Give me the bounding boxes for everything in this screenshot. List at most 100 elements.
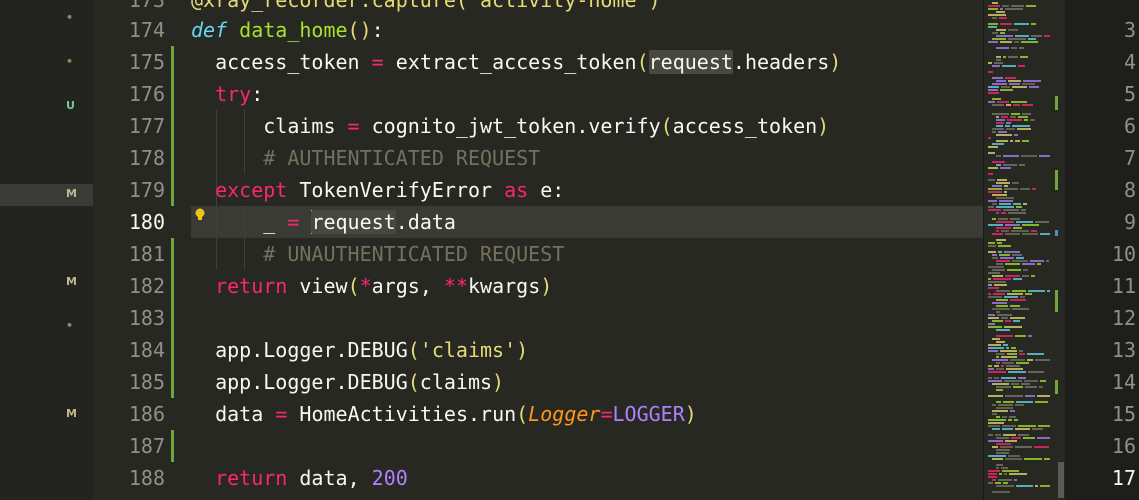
explorer-row[interactable]: U: [0, 96, 93, 118]
minimap-code-line: [988, 71, 993, 73]
minimap-code-line: [988, 92, 999, 94]
minimap-code-line: [1025, 293, 1032, 295]
explorer-row[interactable]: M: [0, 404, 93, 426]
minimap-code-line: [1014, 134, 1018, 136]
minimap-code-line: [996, 449, 1010, 451]
line-number: 188: [128, 466, 165, 490]
git-status-mark: M: [66, 275, 77, 288]
explorer-row[interactable]: •: [0, 8, 93, 30]
minimap-code-line: [1010, 410, 1015, 412]
minimap-scroll-thumb[interactable]: [1058, 462, 1064, 498]
minimap-code-line: [996, 80, 1006, 82]
minimap-code-line: [1038, 425, 1050, 427]
minimap-code-line: [1020, 188, 1030, 190]
minimap-code-line: [1003, 434, 1016, 436]
minimap-code-line: [988, 425, 1000, 427]
minimap-code-line: [1005, 275, 1020, 277]
code-line[interactable]: 187: [93, 430, 983, 462]
minimap-code-line: [1019, 353, 1025, 355]
minimap-code-line: [1022, 83, 1035, 85]
code-line[interactable]: 183: [93, 302, 983, 334]
minimap-code-line: [1039, 155, 1050, 157]
explorer-row[interactable]: M: [0, 272, 93, 294]
minimap-code-line: [1013, 227, 1022, 229]
code-editor[interactable]: 173 @xray_recorder.capture('activity-hom…: [93, 0, 983, 500]
minimap-code-line: [1005, 395, 1023, 397]
minimap-code-line: [1021, 383, 1030, 385]
minimap-code-line: [994, 377, 999, 379]
minimap-code-line: [1011, 347, 1016, 349]
line-number: 174: [128, 18, 165, 42]
minimap-code-line: [1012, 86, 1027, 88]
code-line[interactable]: 175 access_token = extract_access_token(…: [93, 46, 983, 78]
minimap-change-marker: [1055, 170, 1058, 190]
minimap-code-line: [988, 200, 997, 202]
minimap-code-line: [996, 29, 1006, 31]
code-line[interactable]: 177 claims = cognito_jwt_token.verify(ac…: [93, 110, 983, 142]
explorer-row-selected[interactable]: M: [0, 184, 93, 206]
minimap-code-line: [997, 101, 1009, 103]
minimap-code-line: [1020, 56, 1028, 58]
minimap-code-line: [1000, 41, 1012, 43]
minimap-code-line: [1032, 428, 1043, 430]
code-line[interactable]: 186 data = HomeActivities.run(Logger=LOG…: [93, 398, 983, 430]
minimap-code-line: [1010, 218, 1020, 220]
minimap-code-line: [1005, 8, 1023, 10]
minimap-code-line: [1008, 29, 1018, 31]
minimap-code-line: [1002, 428, 1013, 430]
line-number: 184: [128, 338, 165, 362]
explorer-row[interactable]: •: [0, 316, 93, 338]
minimap-code-line: [1011, 101, 1027, 103]
minimap-code-line: [1040, 233, 1050, 235]
minimap-code-line: [992, 233, 1003, 235]
code-line[interactable]: 182 return view(*args, **kwargs): [93, 270, 983, 302]
minimap-code-line: [988, 323, 995, 325]
line-number: 4: [1123, 50, 1136, 74]
code-line[interactable]: 181 # UNAUTHENTICATED REQUEST: [93, 238, 983, 270]
minimap-code-line: [1006, 347, 1009, 349]
code-line[interactable]: 176 try:: [93, 78, 983, 110]
minimap-code-line: [1010, 140, 1013, 142]
minimap-code-line: [1016, 221, 1033, 223]
code-line[interactable]: 184 app.Logger.DEBUG('claims'): [93, 334, 983, 366]
minimap-code-line: [992, 302, 1007, 304]
git-status-mark: U: [66, 99, 75, 112]
minimap-code-line: [988, 14, 1006, 16]
code-line[interactable]: 185 app.Logger.DEBUG(claims): [93, 366, 983, 398]
minimap-code-line: [1023, 203, 1027, 205]
line-number: 178: [128, 146, 165, 170]
minimap-code-line: [992, 479, 996, 481]
line-number: 180: [128, 210, 165, 234]
minimap-code-line: [1000, 167, 1011, 169]
minimap-code-line: [996, 206, 1014, 208]
minimap-code-line: [1010, 359, 1025, 361]
minimap-code-line: [1005, 263, 1020, 265]
minimap-code-line: [1012, 308, 1029, 310]
code-text: except TokenVerifyError as e:: [215, 178, 565, 202]
explorer-row[interactable]: •: [0, 52, 93, 74]
minimap-code-line: [996, 212, 999, 214]
code-text: return data, 200: [215, 466, 408, 490]
minimap-code-line: [996, 47, 1009, 49]
code-text: app.Logger.DEBUG(claims): [215, 370, 505, 394]
minimap-code-line: [992, 203, 997, 205]
minimap-code-line: [1035, 221, 1049, 223]
minimap-code-line: [1007, 293, 1023, 295]
minimap-code-line: [988, 287, 999, 289]
minimap[interactable]: [983, 0, 1065, 500]
minimap-code-line: [996, 230, 999, 232]
code-line[interactable]: 179 except TokenVerifyError as e:: [93, 174, 983, 206]
code-line[interactable]: 188 return data, 200: [93, 462, 983, 494]
minimap-code-line: [1003, 401, 1014, 403]
code-line[interactable]: 178 # AUTHENTICATED REQUEST: [93, 142, 983, 174]
minimap-code-line: [1004, 251, 1020, 253]
code-line-current[interactable]: 180 _ = request.data: [93, 206, 983, 238]
minimap-code-line: [1000, 8, 1003, 10]
minimap-change-marker: [1055, 380, 1058, 394]
code-line[interactable]: 174 def data_home():: [93, 14, 983, 46]
minimap-code-line: [1024, 458, 1042, 460]
minimap-code-line: [1027, 353, 1044, 355]
minimap-code-line: [988, 419, 1006, 421]
minimap-code-line: [996, 329, 1010, 331]
minimap-code-line: [1031, 275, 1035, 277]
